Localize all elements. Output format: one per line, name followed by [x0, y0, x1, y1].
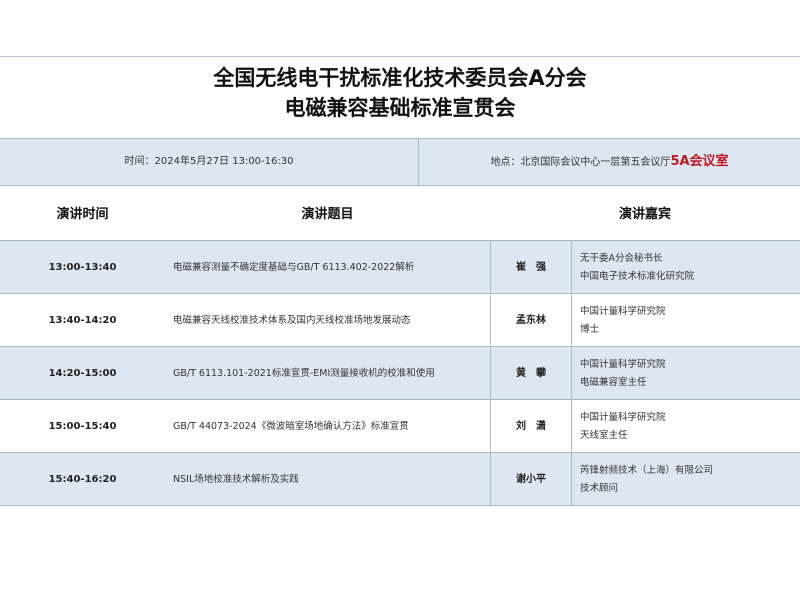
speaker-org-line-2: 电磁兼容室主任	[580, 377, 647, 388]
row-speaker-org: 芮锋射频技术（上海）有限公司 技术顾问	[580, 462, 795, 498]
row-speaker-org: 中国计量科学研究院 天线室主任	[580, 409, 795, 445]
row-speaker-org: 中国计量科学研究院 博士	[580, 303, 795, 339]
row-speaker-name: 孟东林	[490, 294, 572, 346]
location-text: 地点：北京国际会议中心一层第五会议厅	[490, 157, 671, 168]
row-topic: GB/T 6113.101-2021标准宣贯-EMI测量接收机的校准和使用	[173, 368, 435, 379]
speaker-org-line-1: 无干委A分会秘书长	[580, 253, 663, 264]
speaker-org-line-1: 中国计量科学研究院	[580, 412, 666, 423]
schedule-table: 13:00-13:40 电磁兼容测量不确定度基础与GB/T 6113.402-2…	[0, 240, 800, 506]
row-speaker-name: 刘 潇	[490, 400, 572, 452]
row-speaker-org: 无干委A分会秘书长 中国电子技术标准化研究院	[580, 250, 795, 286]
row-topic: NSIL场地校准技术解析及实践	[173, 474, 299, 485]
row-time: 13:00-13:40	[48, 262, 117, 273]
row-speaker-name: 崔 强	[490, 241, 572, 293]
row-topic: GB/T 44073-2024《微波暗室场地确认方法》标准宣贯	[173, 421, 409, 432]
event-location: 地点：北京国际会议中心一层第五会议厅5A会议室	[419, 139, 800, 185]
title-line-2: 电磁兼容基础标准宣贯会	[284, 96, 516, 120]
table-header: 演讲时间 演讲题目 演讲嘉宾	[0, 186, 800, 240]
speaker-org-line-2: 天线室主任	[580, 430, 628, 441]
table-row: 15:00-15:40 GB/T 44073-2024《微波暗室场地确认方法》标…	[0, 400, 800, 453]
row-time: 15:40-16:20	[48, 474, 117, 485]
location-room: 5A会议室	[670, 154, 729, 169]
speaker-org-line-2: 中国电子技术标准化研究院	[580, 271, 695, 282]
speaker-org-line-1: 中国计量科学研究院	[580, 359, 666, 370]
row-topic: 电磁兼容测量不确定度基础与GB/T 6113.402-2022解析	[173, 262, 415, 273]
table-row: 13:00-13:40 电磁兼容测量不确定度基础与GB/T 6113.402-2…	[0, 241, 800, 294]
header-topic: 演讲题目	[301, 207, 354, 222]
page-title: 全国无线电干扰标准化技术委员会A分会 电磁兼容基础标准宣贯会	[0, 63, 800, 123]
row-time: 15:00-15:40	[48, 421, 117, 432]
row-speaker-name: 黄 攀	[490, 347, 572, 399]
row-topic: 电磁兼容天线校准技术体系及国内天线校准场地发展动态	[173, 315, 411, 326]
row-time: 14:20-15:00	[48, 368, 117, 379]
speaker-org-line-2: 技术顾问	[580, 483, 619, 494]
row-speaker-name: 谢小平	[490, 453, 572, 505]
info-band: 时间：2024年5月27日 13:00-16:30 地点：北京国际会议中心一层第…	[0, 138, 800, 186]
row-time: 13:40-14:20	[48, 315, 117, 326]
row-speaker-org: 中国计量科学研究院 电磁兼容室主任	[580, 356, 795, 392]
speaker-org-line-2: 博士	[580, 324, 600, 335]
header-speaker: 演讲嘉宾	[618, 207, 671, 222]
title-line-1: 全国无线电干扰标准化技术委员会A分会	[213, 66, 587, 90]
speaker-org-line-1: 中国计量科学研究院	[580, 306, 666, 317]
event-time: 时间：2024年5月27日 13:00-16:30	[124, 156, 294, 167]
table-row: 13:40-14:20 电磁兼容天线校准技术体系及国内天线校准场地发展动态 孟东…	[0, 294, 800, 347]
top-rule	[0, 56, 800, 57]
table-row: 15:40-16:20 NSIL场地校准技术解析及实践 谢小平 芮锋射频技术（上…	[0, 453, 800, 506]
speaker-org-line-1: 芮锋射频技术（上海）有限公司	[580, 465, 714, 476]
table-row: 14:20-15:00 GB/T 6113.101-2021标准宣贯-EMI测量…	[0, 347, 800, 400]
header-time: 演讲时间	[56, 207, 109, 222]
